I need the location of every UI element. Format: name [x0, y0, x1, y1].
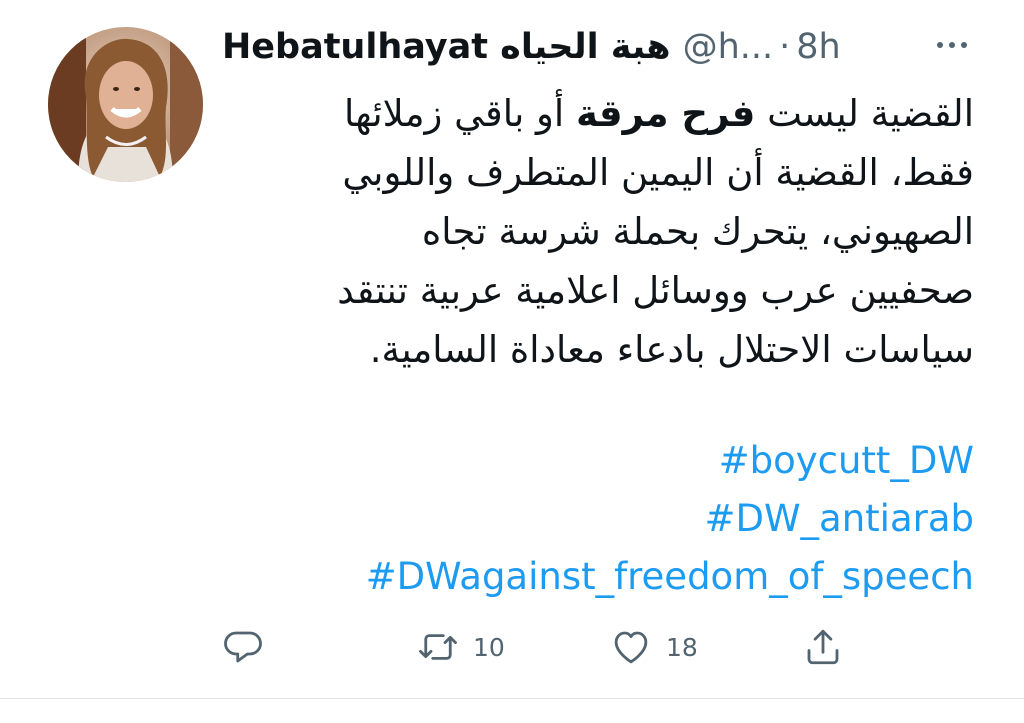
heart-icon	[614, 631, 648, 664]
author-handle[interactable]: @h...	[683, 27, 774, 67]
reply-icon	[224, 631, 262, 663]
retweet-count: 10	[473, 632, 505, 662]
header-separator: ·	[779, 27, 791, 67]
more-options-icon[interactable]	[930, 30, 974, 60]
tweet-time[interactable]: 8h	[796, 27, 840, 67]
retweet-button[interactable]: 10	[417, 620, 505, 674]
hashtag-link[interactable]: #DW_antiarab	[222, 490, 974, 548]
author-display-name[interactable]: Hebatulhayat هبة الحياه	[222, 27, 671, 67]
tweet-text-line: صحفيين عرب ووسائل اعلامية عربية تنتقد	[337, 269, 974, 312]
hashtag-link[interactable]: #boycutt_DW	[222, 432, 974, 490]
tweet-text-segment: أو باقي زملائها	[344, 92, 576, 135]
tweet-text: القضية ليست فرح مرقة أو باقي زملائها فقط…	[222, 84, 974, 379]
tweet-text-line: القضية ليست فرح مرقة أو باقي زملائها	[222, 84, 974, 143]
like-button[interactable]: 18	[610, 620, 698, 674]
tweet-header: Hebatulhayat هبة الحياه @h... · 8h	[222, 20, 1002, 74]
tweet-actions: 10 18	[222, 620, 862, 674]
like-count: 18	[666, 632, 698, 662]
avatar[interactable]	[48, 27, 203, 182]
tweet-text-bold: فرح مرقة	[575, 92, 756, 135]
share-button[interactable]	[802, 620, 844, 674]
share-icon	[807, 629, 839, 665]
tweet-text-segment: القضية ليست	[755, 92, 974, 135]
tweet-text-line: سياسات الاحتلال بادعاء معاداة السامية.	[369, 328, 974, 371]
tweet-text-line: فقط، القضية أن اليمين المتطرف واللوبي	[342, 151, 974, 194]
reply-button[interactable]	[222, 620, 264, 674]
tweet-text-line: الصهيوني، يتحرك بحملة شرسة تجاه	[421, 210, 974, 253]
hashtag-list: #boycutt_DW #DW_antiarab #DWagainst_free…	[222, 432, 974, 606]
avatar-image	[48, 27, 203, 182]
retweet-icon	[419, 634, 457, 660]
tweet-divider	[0, 698, 1024, 699]
hashtag-link[interactable]: #DWagainst_freedom_of_speech	[222, 548, 974, 606]
tweet[interactable]: Hebatulhayat هبة الحياه @h... · 8h القضي…	[0, 0, 1024, 698]
